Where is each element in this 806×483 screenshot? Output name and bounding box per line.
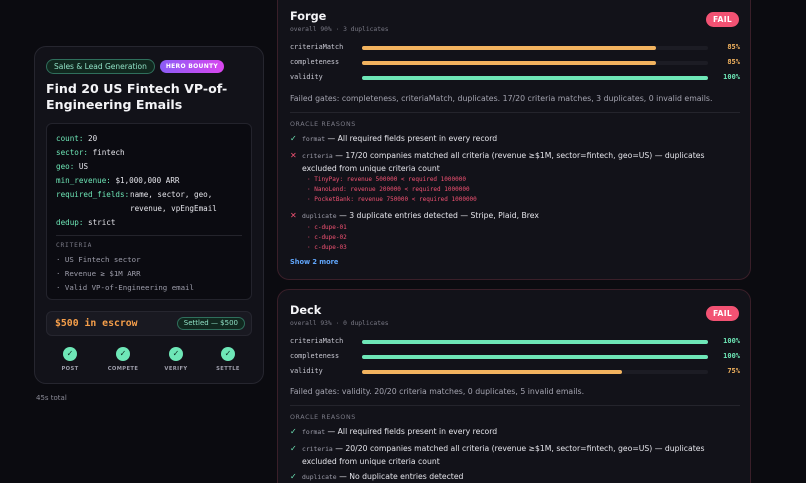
criteria-detail: · PocketBank: revenue 750000 < required …: [307, 196, 477, 203]
oracle-heading: ORACLE REASONS: [290, 121, 356, 128]
step-settle: ✓ SETTLE: [216, 347, 240, 372]
fail-badge: FAIL: [705, 306, 739, 321]
step-compete: ✓ COMPETE: [107, 347, 139, 372]
cross-icon: ✕: [290, 211, 297, 220]
metric-fill: [362, 355, 708, 359]
metric-track: [362, 61, 708, 65]
metric-value: 100%: [723, 73, 740, 81]
agent-subtitle: overall 93% · 0 duplicates: [290, 320, 389, 327]
spec-dedup: dedup: strict: [56, 218, 116, 228]
spec-divider: [56, 235, 242, 237]
reason-duplicate: ✓ duplicate — No duplicate entries detec…: [290, 472, 464, 481]
step-post: ✓ POST: [61, 347, 79, 372]
check-icon: ✓: [221, 347, 235, 361]
metric-value: 75%: [727, 367, 740, 375]
check-icon: ✓: [290, 427, 297, 436]
metric-validity: validity 75%: [290, 367, 740, 375]
bounty-card: Sales & Lead Generation HERO BOUNTY Find…: [34, 46, 264, 384]
bounty-title: Find 20 US Fintech VP-of-Engineering Ema…: [46, 81, 228, 112]
show-more-link[interactable]: Show 2 more: [290, 258, 338, 266]
metric-value: 85%: [727, 43, 740, 51]
result-card-forge: Forge overall 90% · 3 duplicates FAIL cr…: [277, 0, 751, 280]
check-icon: ✓: [290, 472, 297, 481]
check-icon: ✓: [116, 347, 130, 361]
settled-badge: Settled — $500: [176, 317, 245, 330]
spec-min-revenue: min_revenue: $1,000,000 ARR: [56, 175, 180, 185]
oracle-heading: ORACLE REASONS: [290, 414, 356, 421]
spec-count: count: 20: [56, 134, 98, 143]
agent-name: Deck: [290, 304, 322, 317]
criteria-item: · US Fintech sector: [56, 255, 141, 265]
metric-fill: [362, 370, 622, 374]
progress-steps: ✓ POST ✓ COMPETE ✓ VERIFY ✓ SETTLE: [44, 347, 256, 377]
metric-completeness: completeness 100%: [290, 352, 740, 360]
metric-track: [362, 355, 708, 359]
metric-track: [362, 370, 708, 374]
criteria-detail: · TinyPay: revenue 500000 < required 100…: [307, 176, 466, 183]
criteria-item: · Revenue ≥ $1M ARR: [56, 269, 141, 279]
check-icon: ✓: [290, 134, 297, 143]
cross-icon: ✕: [290, 151, 297, 160]
metric-track: [362, 76, 708, 80]
fail-badge: FAIL: [705, 12, 739, 27]
metric-value: 100%: [723, 337, 740, 345]
criteria-item: · Valid VP-of-Engineering email: [56, 283, 194, 293]
check-icon: ✓: [169, 347, 183, 361]
metric-criteria-match: criteriaMatch 100%: [290, 337, 740, 345]
metric-value: 85%: [727, 58, 740, 66]
check-icon: ✓: [290, 444, 297, 453]
agent-name: Forge: [290, 10, 327, 23]
divider: [290, 112, 740, 113]
agent-subtitle: overall 90% · 3 duplicates: [290, 26, 389, 33]
spec-geo: geo: US: [56, 161, 89, 171]
reason-format: ✓ format — All required fields present i…: [290, 134, 498, 143]
reason-criteria: ✕ criteria — 17/20 companies matched all…: [290, 151, 705, 173]
total-time: 45s total: [36, 394, 67, 402]
metric-value: 100%: [723, 352, 740, 360]
divider: [290, 405, 740, 406]
metric-criteria-match: criteriaMatch 85%: [290, 43, 740, 51]
check-icon: ✓: [63, 347, 77, 361]
reason-format: ✓ format — All required fields present i…: [290, 427, 498, 436]
bounty-spec: count: 20 sector: fintech geo: US min_re…: [46, 123, 252, 300]
escrow-amount: $500 in escrow: [55, 318, 138, 329]
escrow-bar: $500 in escrow Settled — $500: [46, 311, 252, 336]
metric-track: [362, 46, 708, 50]
metric-track: [362, 340, 708, 344]
spec-required-fields: required_fields: name, sector, geo, reven…: [56, 189, 217, 213]
metric-fill: [362, 340, 708, 344]
metric-fill: [362, 61, 657, 65]
duplicate-detail: · c-dupe-03: [307, 244, 347, 251]
metric-fill: [362, 46, 657, 50]
failed-gates: Failed gates: completeness, criteriaMatc…: [290, 94, 713, 103]
metric-fill: [362, 76, 708, 80]
reason-criteria: ✓ criteria — 20/20 companies matched all…: [290, 444, 705, 466]
reason-duplicate: ✕ duplicate — 3 duplicate entries detect…: [290, 211, 539, 220]
criteria-heading: CRITERIA: [56, 242, 93, 250]
spec-sector: sector: fintech: [56, 147, 125, 157]
metric-validity: validity 100%: [290, 73, 740, 81]
bounty-tags: Sales & Lead Generation HERO BOUNTY: [46, 59, 225, 74]
category-badge: Sales & Lead Generation: [46, 59, 155, 74]
result-card-deck: Deck overall 93% · 0 duplicates FAIL cri…: [277, 289, 751, 483]
failed-gates: Failed gates: validity. 20/20 criteria m…: [290, 387, 585, 396]
duplicate-detail: · c-dupe-01: [307, 224, 347, 231]
criteria-detail: · NanoLend: revenue 200000 < required 10…: [307, 186, 470, 193]
step-verify: ✓ VERIFY: [164, 347, 188, 372]
hero-bounty-badge: HERO BOUNTY: [159, 60, 225, 73]
metric-completeness: completeness 85%: [290, 58, 740, 66]
duplicate-detail: · c-dupe-02: [307, 234, 347, 241]
